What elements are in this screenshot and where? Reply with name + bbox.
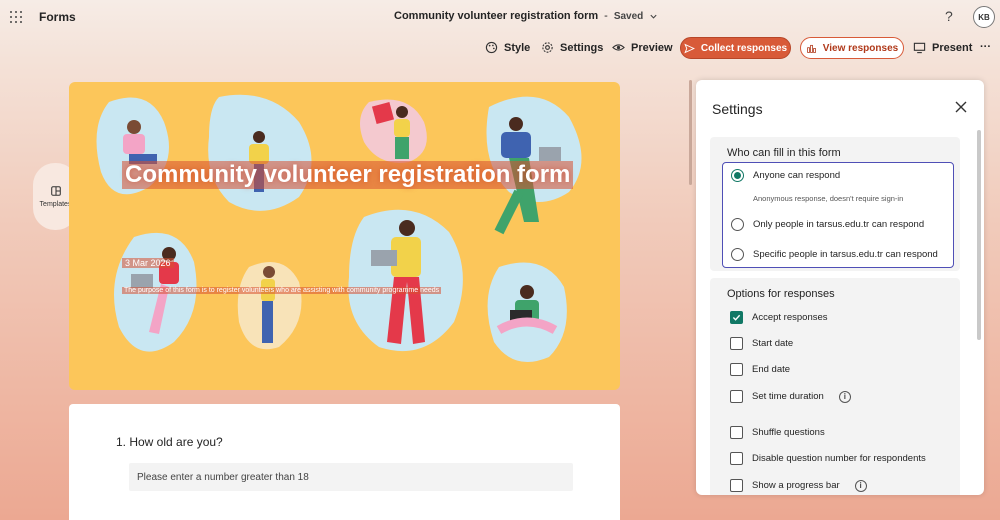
set-time-duration-label: Set time duration bbox=[752, 391, 824, 402]
present-label: Present bbox=[932, 41, 973, 54]
gear-icon bbox=[542, 42, 553, 53]
form-banner: Community volunteer registration form 3 … bbox=[69, 82, 620, 390]
shuffle-questions-label: Shuffle questions bbox=[752, 427, 825, 438]
present-button[interactable]: Present bbox=[913, 41, 972, 54]
title-separator: - bbox=[604, 10, 608, 22]
chevron-down-icon[interactable] bbox=[649, 12, 658, 21]
end-date-label: End date bbox=[752, 364, 791, 375]
option-progress-bar[interactable]: Show a progress bar i bbox=[730, 479, 867, 492]
templates-label: Templates bbox=[39, 201, 72, 208]
question-card[interactable]: 1. How old are you? Please enter a numbe… bbox=[69, 404, 620, 520]
settings-button[interactable]: Settings bbox=[541, 41, 603, 54]
progress-bar-label: Show a progress bar bbox=[752, 480, 840, 491]
radio-unselected[interactable] bbox=[731, 218, 744, 231]
disable-question-number-label: Disable question number for respondents bbox=[752, 453, 926, 464]
radio-unselected[interactable] bbox=[731, 248, 744, 261]
radio-selected[interactable] bbox=[731, 169, 744, 182]
radio-specific-people[interactable]: Specific people in tarsus.edu.tr can res… bbox=[731, 248, 938, 261]
more-icon: ··· bbox=[980, 41, 991, 53]
radio-anyone[interactable]: Anyone can respond bbox=[731, 169, 840, 182]
settings-scrollbar[interactable] bbox=[977, 130, 981, 340]
checkbox[interactable] bbox=[730, 337, 743, 350]
preview-label: Preview bbox=[631, 41, 673, 54]
close-icon[interactable] bbox=[954, 100, 968, 114]
volunteers-illustration bbox=[96, 94, 582, 362]
option-disable-question-number[interactable]: Disable question number for respondents bbox=[730, 452, 926, 465]
option-start-date[interactable]: Start date bbox=[730, 337, 793, 350]
radio-specific-people-label: Specific people in tarsus.edu.tr can res… bbox=[753, 249, 938, 260]
eye-icon bbox=[612, 44, 625, 51]
app-name[interactable]: Forms bbox=[39, 10, 76, 24]
send-icon bbox=[684, 43, 695, 53]
settings-title: Settings bbox=[712, 101, 763, 117]
templates-icon bbox=[50, 186, 61, 196]
content-scrollbar[interactable] bbox=[689, 80, 692, 185]
style-button[interactable]: Style bbox=[485, 41, 530, 54]
option-end-date[interactable]: End date bbox=[730, 363, 790, 376]
more-options-button[interactable]: ··· bbox=[980, 41, 991, 53]
monitor-icon bbox=[913, 42, 926, 54]
form-title[interactable]: Community volunteer registration form bbox=[122, 161, 574, 189]
style-label: Style bbox=[504, 41, 531, 54]
info-icon[interactable]: i bbox=[838, 390, 851, 403]
form-date: 3 Mar 2026 bbox=[122, 258, 174, 268]
palette-icon bbox=[485, 41, 498, 54]
accept-responses-label: Accept responses bbox=[752, 312, 828, 323]
checkbox[interactable] bbox=[730, 426, 743, 439]
settings-label: Settings bbox=[560, 41, 604, 54]
chart-icon bbox=[806, 44, 816, 53]
checkbox-checked[interactable] bbox=[730, 311, 743, 324]
answer-input[interactable]: Please enter a number greater than 18 bbox=[129, 463, 573, 491]
settings-panel: Settings Who can fill in this form Anyon… bbox=[696, 80, 984, 495]
radio-org-only-label: Only people in tarsus.edu.tr can respond bbox=[753, 219, 925, 230]
option-accept-responses[interactable]: Accept responses bbox=[730, 311, 828, 324]
option-set-time-duration[interactable]: Set time duration i bbox=[730, 390, 851, 403]
form-description[interactable]: The purpose of this form is to register … bbox=[122, 287, 442, 294]
top-bar: Forms Community volunteer registration f… bbox=[0, 0, 1000, 34]
avatar[interactable]: KB bbox=[973, 6, 995, 28]
checkmark-icon bbox=[732, 314, 741, 321]
collect-responses-label: Collect responses bbox=[700, 42, 788, 54]
radio-anyone-label: Anyone can respond bbox=[753, 170, 841, 181]
toolbar: Style Settings Preview Collect responses… bbox=[0, 37, 1000, 61]
checkbox[interactable] bbox=[730, 363, 743, 376]
preview-button[interactable]: Preview bbox=[612, 41, 673, 54]
option-shuffle-questions[interactable]: Shuffle questions bbox=[730, 426, 825, 439]
document-title-area[interactable]: Community volunteer registration form - … bbox=[394, 10, 658, 22]
view-responses-button[interactable]: View responses bbox=[800, 37, 904, 59]
checkbox[interactable] bbox=[730, 452, 743, 465]
saved-status: Saved bbox=[613, 10, 644, 22]
who-can-fill-title: Who can fill in this form bbox=[727, 147, 841, 159]
checkbox[interactable] bbox=[730, 479, 743, 492]
question-title[interactable]: 1. How old are you? bbox=[116, 435, 223, 449]
radio-anyone-description: Anonymous response, doesn't require sign… bbox=[753, 194, 904, 203]
who-can-fill-options: Anyone can respond Anonymous response, d… bbox=[722, 162, 954, 268]
document-title[interactable]: Community volunteer registration form bbox=[394, 10, 598, 22]
app-launcher-icon[interactable] bbox=[10, 11, 22, 23]
start-date-label: Start date bbox=[752, 338, 794, 349]
help-icon[interactable]: ? bbox=[945, 8, 953, 24]
radio-org-only[interactable]: Only people in tarsus.edu.tr can respond bbox=[731, 218, 924, 231]
collect-responses-button[interactable]: Collect responses bbox=[680, 37, 791, 59]
view-responses-label: View responses bbox=[822, 42, 899, 54]
info-icon[interactable]: i bbox=[854, 479, 867, 492]
checkbox[interactable] bbox=[730, 390, 743, 403]
response-options-title: Options for responses bbox=[727, 288, 835, 300]
